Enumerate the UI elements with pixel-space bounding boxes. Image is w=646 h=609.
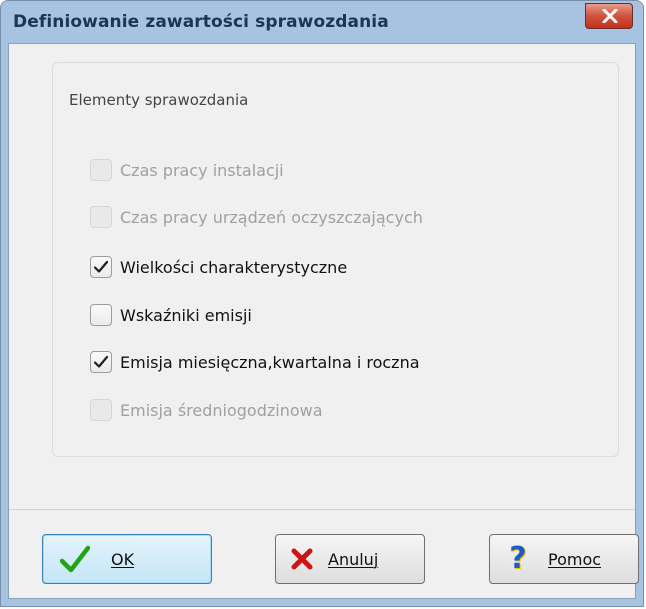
question-mark-icon: ? (509, 541, 527, 576)
checkbox-label: Emisja miesięczna,kwartalna i roczna (120, 352, 420, 372)
checkbox[interactable] (90, 351, 112, 373)
window-title: Definiowanie zawartości sprawozdania (13, 12, 389, 32)
checkbox[interactable] (90, 304, 112, 326)
checkbox-label: Czas pracy urządzeń oczyszczających (120, 207, 423, 227)
checkbox-label: Emisja średniogodzinowa (120, 400, 323, 420)
help-button[interactable]: ? Pomoc (489, 534, 639, 584)
checkbox-row-wielkosci-charakterystyczne[interactable]: Wielkości charakterystyczne (90, 255, 347, 279)
ok-button-label: OK (111, 549, 135, 569)
help-button-label: Pomoc (548, 549, 602, 569)
checkbox-row-czas-pracy-urzadzen[interactable]: Czas pracy urządzeń oczyszczających (90, 205, 423, 229)
check-mark-icon (93, 355, 109, 368)
group-title: Elementy sprawozdania (66, 91, 252, 109)
checkbox[interactable] (90, 206, 112, 228)
red-x-icon (286, 543, 318, 575)
check-mark-icon (93, 260, 109, 273)
checkmark-icon (59, 543, 91, 575)
cancel-button[interactable]: Anuluj (275, 534, 425, 584)
title-bar[interactable]: Definiowanie zawartości sprawozdania (1, 1, 643, 43)
checkbox[interactable] (90, 399, 112, 421)
cancel-button-label: Anuluj (328, 549, 379, 569)
checkbox-row-emisja-miesieczna[interactable]: Emisja miesięczna,kwartalna i roczna (90, 350, 420, 374)
checkbox-row-czas-pracy-instalacji[interactable]: Czas pracy instalacji (90, 158, 284, 182)
checkbox[interactable] (90, 159, 112, 181)
close-icon (602, 9, 618, 23)
checkbox-label: Wskaźniki emisji (120, 305, 252, 325)
checkbox-row-wskazniki-emisji[interactable]: Wskaźniki emisji (90, 303, 252, 327)
ok-button[interactable]: OK (42, 534, 212, 584)
checkbox-label: Czas pracy instalacji (120, 160, 284, 180)
checkbox-label: Wielkości charakterystyczne (120, 257, 348, 277)
checkbox[interactable] (90, 256, 112, 278)
close-button[interactable] (585, 3, 633, 29)
checkbox-row-emisja-sredniogodzinowa[interactable]: Emisja średniogodzinowa (90, 398, 323, 422)
